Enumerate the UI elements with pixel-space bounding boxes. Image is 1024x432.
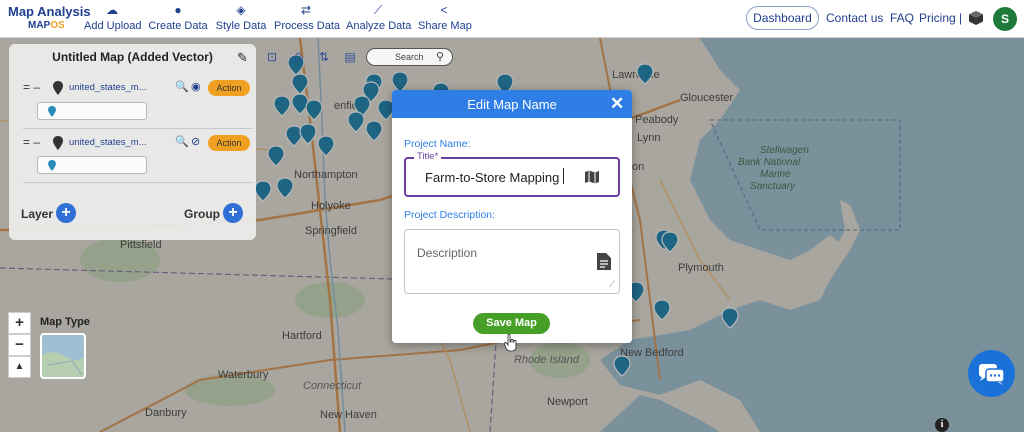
nav-share-map-label: Share Map bbox=[418, 20, 472, 32]
layer-item[interactable]: = – united_states_m... 🔍 ⊘ Action bbox=[23, 135, 253, 153]
print-icon[interactable]: ⎙ bbox=[288, 47, 308, 67]
analyze-chart-icon: ⟋ bbox=[373, 3, 383, 17]
nav-create-data-label: Create Data bbox=[148, 20, 208, 32]
nav-add-upload-label: Add Upload bbox=[84, 20, 142, 32]
nav-create-data[interactable]: ● Create Data bbox=[148, 3, 208, 32]
paint-bucket-icon: ◈ bbox=[236, 3, 246, 17]
nav-style-data[interactable]: ◈ Style Data bbox=[215, 3, 267, 32]
location-pin-icon bbox=[53, 136, 63, 150]
zoom-to-layer-icon[interactable]: 🔍 bbox=[175, 135, 189, 148]
group-label: Group bbox=[184, 207, 220, 221]
map-title: Untitled Map (Added Vector) bbox=[52, 50, 213, 64]
map-search-input[interactable]: Search ⚲ bbox=[366, 48, 453, 66]
top-navigation-bar: Map Analysis MAPOS ☁ Add Upload ● Create… bbox=[0, 0, 1024, 38]
nav-analyze-data-label: Analyze Data bbox=[346, 20, 412, 32]
layer-name[interactable]: united_states_m... bbox=[69, 137, 147, 148]
close-icon[interactable]: ✕ bbox=[610, 94, 624, 114]
chat-bubbles-icon bbox=[979, 364, 1005, 385]
title-input-value[interactable]: Farm-to-Store Mapping bbox=[425, 170, 559, 185]
map-type-label: Map Type bbox=[40, 316, 90, 328]
layer-style-field[interactable] bbox=[37, 102, 147, 120]
description-placeholder: Description bbox=[417, 246, 478, 260]
nav-process-data[interactable]: ⇄ Process Data bbox=[274, 3, 341, 32]
nav-style-data-label: Style Data bbox=[215, 20, 267, 32]
title-input[interactable]: Title* Farm-to-Store Mapping bbox=[404, 151, 620, 197]
nav-share-map[interactable]: < Share Map bbox=[418, 3, 472, 32]
app-logo-subtitle[interactable]: MAPOS bbox=[28, 20, 65, 31]
cloud-upload-icon: ☁ bbox=[106, 3, 118, 17]
layer-name[interactable]: united_states_m... bbox=[69, 82, 147, 93]
user-avatar[interactable]: S bbox=[993, 7, 1017, 31]
hand-pointer-cursor-icon bbox=[504, 334, 517, 352]
dashboard-button[interactable]: Dashboard bbox=[746, 6, 819, 30]
map-pin-icon: ● bbox=[174, 3, 182, 17]
fullscreen-icon[interactable]: ⊡ bbox=[262, 47, 282, 67]
info-icon[interactable]: i bbox=[935, 418, 949, 432]
project-description-label: Project Description: bbox=[404, 209, 496, 221]
edit-map-name-dialog: Edit Map Name ✕ Project Name: Title* Far… bbox=[392, 90, 632, 343]
drag-handle-icon[interactable]: = – bbox=[23, 135, 40, 149]
nav-analyze-data[interactable]: ⟋ Analyze Data bbox=[346, 3, 412, 32]
zoom-to-layer-icon[interactable]: 🔍 bbox=[175, 80, 189, 93]
logo-sub-map: MAP bbox=[28, 20, 51, 31]
description-textarea[interactable]: Description ⟋ bbox=[404, 229, 620, 294]
app-logo-title[interactable]: Map Analysis bbox=[8, 4, 91, 19]
layer-divider bbox=[23, 128, 253, 129]
resize-handle-icon[interactable]: ⟋ bbox=[609, 279, 615, 290]
layer-style-field[interactable] bbox=[37, 156, 147, 174]
layer-divider bbox=[23, 182, 253, 183]
layer-item[interactable]: = – united_states_m... 🔍 ◉ Action bbox=[23, 80, 253, 98]
measure-icon[interactable]: ⇅ bbox=[314, 47, 334, 67]
dialog-title: Edit Map Name bbox=[467, 97, 557, 112]
add-layer-button[interactable]: + bbox=[56, 203, 76, 223]
cube-icon[interactable] bbox=[968, 10, 984, 26]
comment-icon[interactable]: ▤ bbox=[340, 47, 360, 67]
location-pin-small-icon bbox=[48, 160, 56, 171]
map-type-thumbnail[interactable] bbox=[40, 333, 86, 379]
text-cursor bbox=[563, 168, 564, 184]
document-icon bbox=[597, 253, 611, 270]
nav-process-data-label: Process Data bbox=[274, 20, 341, 32]
chat-support-button[interactable] bbox=[968, 350, 1015, 397]
title-field-legend: Title* bbox=[414, 151, 442, 162]
pencil-edit-icon[interactable]: ✎ bbox=[237, 50, 248, 66]
zoom-out-button[interactable]: − bbox=[8, 334, 31, 356]
eye-hidden-icon[interactable]: ⊘ bbox=[191, 135, 200, 148]
pricing-link[interactable]: Pricing | bbox=[919, 11, 962, 25]
map-icon bbox=[585, 170, 599, 184]
satellite-thumbnail-image bbox=[42, 335, 84, 377]
action-button[interactable]: Action bbox=[208, 80, 250, 96]
eye-visible-icon[interactable]: ◉ bbox=[191, 80, 201, 93]
zoom-in-button[interactable]: + bbox=[8, 312, 31, 334]
location-pin-small-icon bbox=[48, 106, 56, 117]
dialog-header: Edit Map Name ✕ bbox=[392, 90, 632, 118]
action-button[interactable]: Action bbox=[208, 135, 250, 151]
layer-panel: Untitled Map (Added Vector) ✎ = – united… bbox=[9, 44, 256, 240]
project-name-label: Project Name: bbox=[404, 138, 471, 150]
faq-link[interactable]: FAQ bbox=[890, 11, 914, 25]
logo-sub-os: OS bbox=[50, 20, 65, 31]
add-group-button[interactable]: + bbox=[223, 203, 243, 223]
location-pin-icon bbox=[53, 81, 63, 95]
compass-north-icon[interactable]: ▲ bbox=[8, 356, 31, 378]
contact-us-link[interactable]: Contact us bbox=[826, 11, 883, 25]
layer-label: Layer bbox=[21, 207, 54, 221]
search-icon[interactable]: ⚲ bbox=[436, 49, 444, 65]
drag-handle-icon[interactable]: = – bbox=[23, 80, 40, 94]
save-map-button[interactable]: Save Map bbox=[473, 313, 550, 334]
search-placeholder: Search bbox=[395, 52, 424, 62]
share-icon: < bbox=[440, 3, 448, 17]
nav-add-upload[interactable]: ☁ Add Upload bbox=[84, 3, 142, 32]
process-icon: ⇄ bbox=[300, 3, 312, 17]
